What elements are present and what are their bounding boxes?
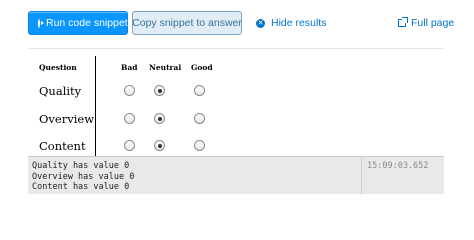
copy-snippet-button[interactable]: Copy snippet to answer bbox=[132, 11, 242, 35]
snippet-toolbar: Run code snippet Copy snippet to answer … bbox=[0, 0, 474, 48]
run-code-snippet-button[interactable]: Run code snippet bbox=[28, 11, 128, 35]
copy-button-label: Copy snippet to answer bbox=[132, 17, 242, 29]
radio-overview-bad[interactable] bbox=[124, 113, 135, 124]
play-circle-icon bbox=[38, 18, 45, 28]
console-line: Overview has value 0 bbox=[32, 171, 135, 182]
row-label-overview: Overview bbox=[39, 112, 95, 126]
rating-table: Question Bad Neutral Good Quality Overvi… bbox=[28, 55, 444, 156]
console-timestamp: 15:09:03.652 bbox=[367, 161, 429, 171]
radio-overview-good[interactable] bbox=[194, 113, 205, 124]
radio-content-bad[interactable] bbox=[124, 140, 135, 151]
radio-overview-neutral[interactable] bbox=[154, 113, 165, 124]
radio-quality-neutral[interactable] bbox=[154, 85, 165, 96]
header-neutral: Neutral bbox=[149, 63, 182, 72]
radio-quality-good[interactable] bbox=[194, 85, 205, 96]
hide-results-label: Hide results bbox=[271, 17, 327, 29]
console-line: Quality has value 0 bbox=[32, 161, 130, 171]
table-vertical-rule bbox=[95, 56, 96, 156]
toolbar-divider bbox=[28, 48, 444, 49]
run-button-label: Run code snippet bbox=[46, 17, 128, 29]
console-separator bbox=[361, 157, 362, 195]
external-link-icon bbox=[398, 17, 408, 27]
radio-content-neutral[interactable] bbox=[154, 140, 165, 151]
row-label-quality: Quality bbox=[39, 84, 82, 98]
console-output: Quality has value 0 Overview has value 0C… bbox=[28, 156, 444, 195]
header-good: Good bbox=[191, 63, 213, 72]
header-question: Question bbox=[39, 63, 77, 72]
header-bad: Bad bbox=[121, 63, 138, 72]
row-label-content: Content bbox=[39, 139, 86, 153]
full-page-label: Full page bbox=[411, 17, 455, 29]
radio-content-good[interactable] bbox=[194, 140, 205, 151]
full-page-link[interactable]: Full page bbox=[398, 11, 454, 35]
console-line: Content has value 0 bbox=[32, 182, 130, 192]
hide-results-link[interactable]: ✕ Hide results bbox=[256, 11, 326, 35]
console-lines: Quality has value 0 Overview has value 0C… bbox=[32, 161, 134, 193]
radio-quality-bad[interactable] bbox=[124, 85, 135, 96]
close-circle-icon: ✕ bbox=[256, 18, 265, 28]
